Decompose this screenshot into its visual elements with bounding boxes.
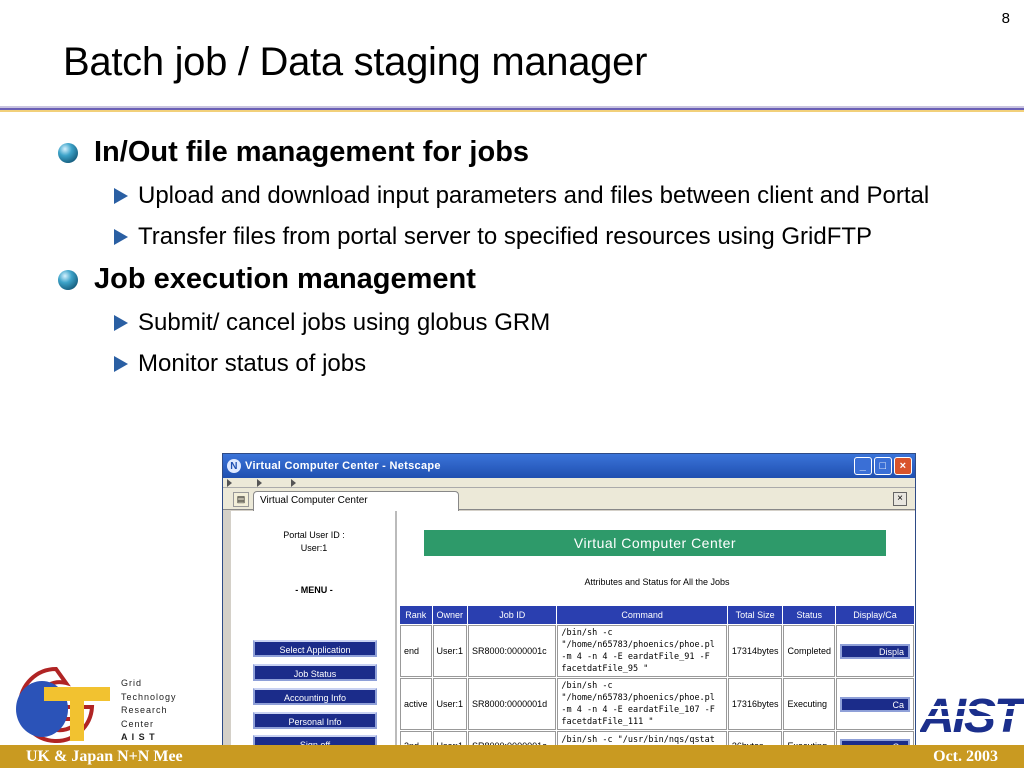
minimize-button[interactable]: _ [854,457,872,475]
sub-bullet-text: Upload and download input parameters and… [138,182,930,209]
toolbar-strip [223,478,915,488]
bullet-ball-icon [58,143,78,163]
command-cell: /bin/sh -c "/home/n65783/phoenics/phoe.p… [557,678,727,730]
sub-bullet-text: Monitor status of jobs [138,350,367,377]
gtrc-line: Grid [121,678,143,688]
bullet-ball-icon [58,270,78,290]
rank-cell: active [400,678,432,730]
gtrc-line: A I S T [121,732,156,742]
command-cell: /bin/sh -c "/home/n65783/phoenics/phoe.p… [557,625,727,677]
window-title: Virtual Computer Center - Netscape [245,460,441,472]
bullet-text: In/Out file management for jobs [94,136,530,168]
bullet-item: In/Out file management for jobs [56,136,956,169]
job-id-cell: SR8000:0000001d [468,678,557,730]
gtrc-line: Center [121,718,155,729]
browser-tab[interactable]: Virtual Computer Center [253,491,459,511]
column-header: Owner [432,606,468,624]
aist-logo: AIST [920,690,1024,742]
column-header: Rank [400,606,432,624]
main-frame: Virtual Computer Center Attributes and S… [399,511,915,767]
portal-user-value: User:1 [300,543,328,553]
aist-logo-stripe [920,706,1024,709]
jobs-table: Rank Owner Job ID Command Total Size Sta… [399,605,915,762]
menu-accounting-info-button[interactable]: Accounting Info [253,688,377,705]
sub-bullet-text: Transfer files from portal server to spe… [138,223,873,250]
footer-right-text: Oct. 2003 [933,748,998,765]
close-button[interactable]: × [894,457,912,475]
sub-bullet-item: Monitor status of jobs [56,347,956,380]
slide-title: Batch job / Data staging manager [63,40,648,84]
close-tab-icon[interactable]: × [893,492,907,506]
menu-job-status-button[interactable]: Job Status [253,664,377,681]
slide-number: 8 [1001,10,1010,27]
owner-cell: User:1 [432,625,468,677]
column-header: Job ID [468,606,557,624]
cancel-button[interactable]: Ca [840,696,910,712]
title-rule [0,106,1024,112]
column-header: Status [783,606,835,624]
toolbar-arrow-icon[interactable] [257,479,262,487]
table-header-row: Rank Owner Job ID Command Total Size Sta… [400,606,914,624]
menu-title: - MENU - [295,585,333,595]
rank-cell: end [400,625,432,677]
gtrc-line: Technology [121,691,177,702]
column-header: Total Size [727,606,783,624]
display-button[interactable]: Displa [840,643,910,659]
gtrc-text: Grid Technology Research Center A I S T [121,677,177,745]
sub-bullet-item: Submit/ cancel jobs using globus GRM [56,306,956,339]
toolbar-arrow-icon[interactable] [227,479,232,487]
sub-bullet-item: Upload and download input parameters and… [56,179,956,212]
bullet-list: In/Out file management for jobs Upload a… [56,136,956,388]
portal-user-label: Portal User ID : [283,530,345,540]
triangle-bullet-icon [114,356,128,372]
aist-logo-stripe [920,716,1024,719]
triangle-bullet-icon [114,188,128,204]
column-header: Command [557,606,727,624]
action-cell: Displa [836,625,914,677]
status-cell: Completed [783,625,835,677]
menu-select-application-button[interactable]: Select Application [253,640,377,657]
window-controls: _ □ × [854,457,912,475]
job-id-cell: SR8000:0000001c [468,625,557,677]
triangle-bullet-icon [114,229,128,245]
size-cell: 17314bytes [727,625,783,677]
table-row: end User:1 SR8000:0000001c /bin/sh -c "/… [400,625,914,677]
gtrc-line: Research [121,705,168,715]
portal-user-info: Portal User ID : User:1 [231,529,397,555]
menu-personal-info-button[interactable]: Personal Info [253,712,377,729]
sub-bullet-item: Transfer files from portal server to spe… [56,220,956,253]
owner-cell: User:1 [432,678,468,730]
toolbar-arrow-icon[interactable] [291,479,296,487]
tab-label: Virtual Computer Center [260,495,368,506]
triangle-bullet-icon [114,315,128,331]
vcc-banner: Virtual Computer Center [424,530,886,556]
table-row: active User:1 SR8000:0000001d /bin/sh -c… [400,678,914,730]
jobs-subtitle: Attributes and Status for All the Jobs [584,577,730,587]
sub-bullet-text: Submit/ cancel jobs using globus GRM [138,309,551,336]
status-cell: Executing [783,678,835,730]
maximize-button[interactable]: □ [874,457,892,475]
tab-row: ▤ Virtual Computer Center × [223,488,915,511]
gtrc-logo [16,666,110,743]
window-titlebar[interactable]: N Virtual Computer Center - Netscape _ □… [223,454,915,478]
netscape-icon: N [227,459,241,473]
left-frame: Portal User ID : User:1 - MENU - Select … [231,511,397,767]
new-tab-icon[interactable]: ▤ [233,492,249,507]
browser-window: N Virtual Computer Center - Netscape _ □… [222,453,916,768]
bullet-text: Job execution management [94,263,476,295]
size-cell: 17316bytes [727,678,783,730]
footer-left-text: UK & Japan N+N Mee [26,748,183,765]
page-content: Portal User ID : User:1 - MENU - Select … [231,511,915,767]
bullet-item: Job execution management [56,263,956,296]
column-header: Display/Ca [836,606,914,624]
action-cell: Ca [836,678,914,730]
